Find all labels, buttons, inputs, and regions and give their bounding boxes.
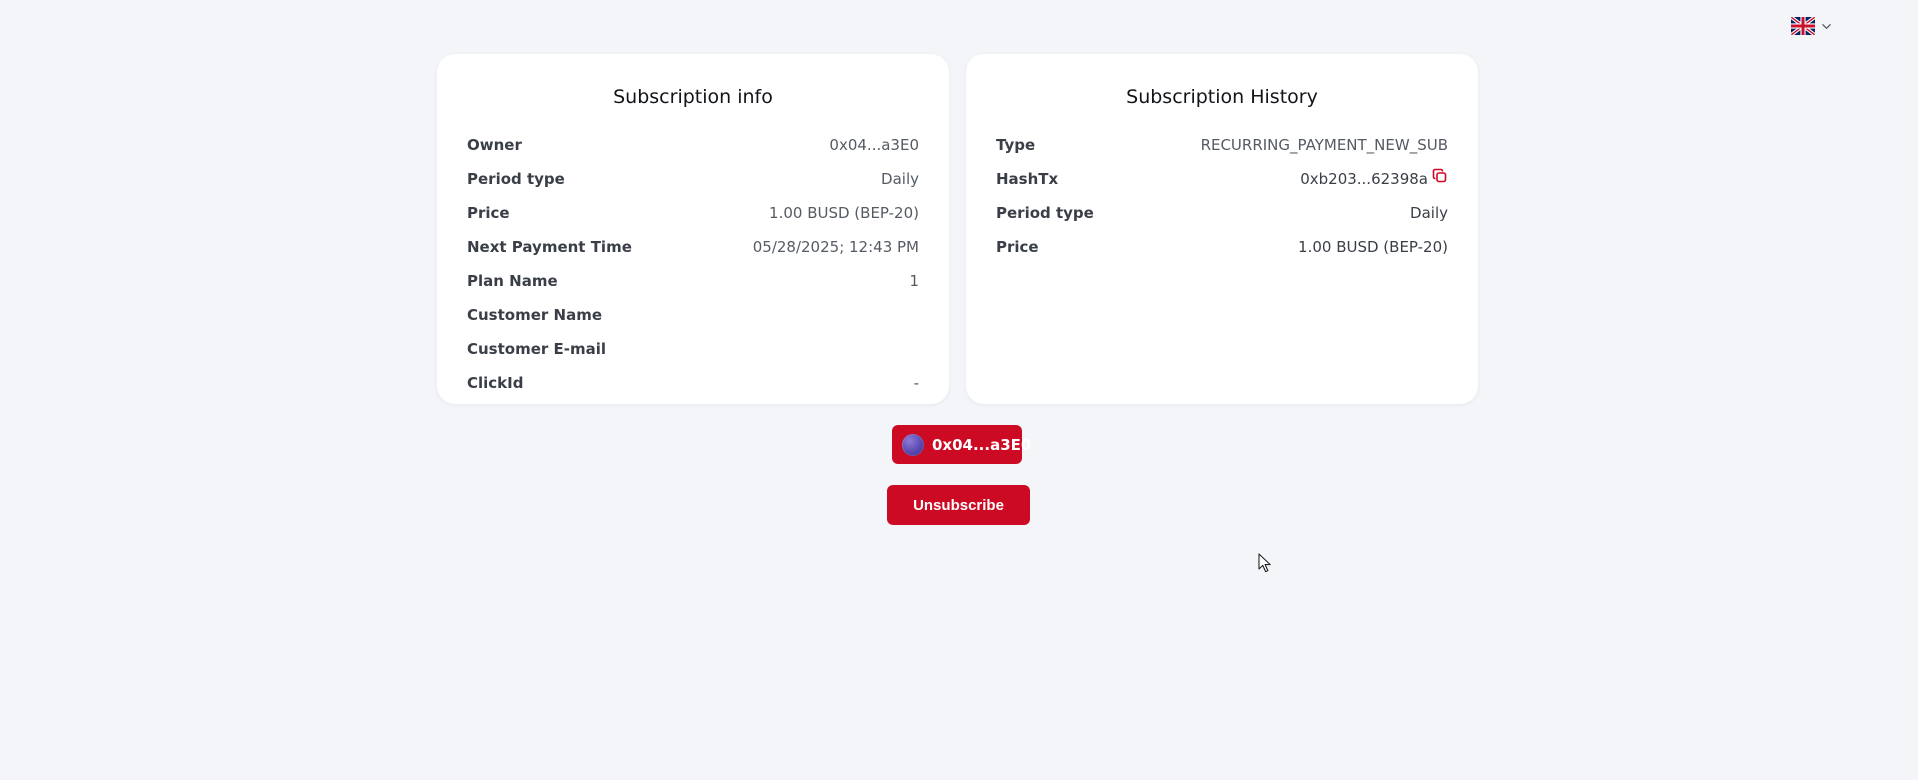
copy-icon[interactable] xyxy=(1432,168,1448,184)
wallet-address-button[interactable]: 0x04...a3E0 xyxy=(892,425,1031,464)
info-row-period-type: Period type Daily xyxy=(467,162,919,196)
info-label: Customer E-mail xyxy=(467,340,607,358)
info-row-customer-email: Customer E-mail xyxy=(467,332,919,366)
info-value: 05/28/2025; 12:43 PM xyxy=(752,238,919,256)
history-value: RECURRING_PAYMENT_NEW_SUB xyxy=(1200,136,1448,154)
wallet-avatar-icon xyxy=(902,433,924,456)
history-row-period-type: Period type Daily xyxy=(996,196,1448,230)
info-label: ClickId xyxy=(467,374,524,392)
uk-flag-icon xyxy=(1791,17,1815,35)
info-row-clickid: ClickId - xyxy=(467,366,919,400)
history-hashtx-value-wrap: 0xb203...62398a xyxy=(1300,168,1448,188)
mouse-cursor-icon xyxy=(1258,553,1271,573)
info-row-next-payment-time: Next Payment Time 05/28/2025; 12:43 PM xyxy=(467,230,919,264)
page: Subscription info Owner 0x04...a3E0 Peri… xyxy=(0,0,1918,780)
info-value: 1.00 BUSD (BEP-20) xyxy=(769,204,919,222)
unsubscribe-button[interactable]: Unsubscribe xyxy=(887,485,1030,525)
info-value: Daily xyxy=(881,170,919,188)
chevron-down-icon xyxy=(1822,23,1831,29)
info-label: Period type xyxy=(467,170,565,188)
language-selector[interactable] xyxy=(1791,17,1832,35)
subscription-info-title: Subscription info xyxy=(613,86,773,108)
subscription-history-rows: Type RECURRING_PAYMENT_NEW_SUB HashTx 0x… xyxy=(996,128,1448,264)
history-value: 0xb203...62398a xyxy=(1300,170,1428,188)
history-label: Price xyxy=(996,238,1039,256)
info-label: Customer Name xyxy=(467,306,602,324)
history-label: Type xyxy=(996,136,1036,154)
history-value: Daily xyxy=(1410,204,1448,222)
info-label: Next Payment Time xyxy=(467,238,632,256)
info-row-customer-name: Customer Name xyxy=(467,298,919,332)
wallet-address-label: 0x04...a3E0 xyxy=(932,435,1032,454)
info-value: - xyxy=(913,374,919,392)
subscription-info-rows: Owner 0x04...a3E0 Period type Daily Pric… xyxy=(467,128,919,400)
info-label: Price xyxy=(467,204,510,222)
history-row-price: Price 1.00 BUSD (BEP-20) xyxy=(996,230,1448,264)
info-row-price: Price 1.00 BUSD (BEP-20) xyxy=(467,196,919,230)
history-label: Period type xyxy=(996,204,1094,222)
subscription-history-title: Subscription History xyxy=(1126,86,1318,108)
info-label: Plan Name xyxy=(467,272,558,290)
info-value: 1 xyxy=(909,272,919,290)
history-row-type: Type RECURRING_PAYMENT_NEW_SUB xyxy=(996,128,1448,162)
info-row-owner: Owner 0x04...a3E0 xyxy=(467,128,919,162)
subscription-info-card: Subscription info Owner 0x04...a3E0 Peri… xyxy=(437,54,949,404)
history-row-hashtx: HashTx 0xb203...62398a xyxy=(996,162,1448,196)
info-row-plan-name: Plan Name 1 xyxy=(467,264,919,298)
info-label: Owner xyxy=(467,136,522,154)
history-label: HashTx xyxy=(996,170,1059,188)
info-value: 0x04...a3E0 xyxy=(829,136,919,154)
subscription-history-card: Subscription History Type RECURRING_PAYM… xyxy=(966,54,1478,404)
history-value: 1.00 BUSD (BEP-20) xyxy=(1298,238,1448,256)
